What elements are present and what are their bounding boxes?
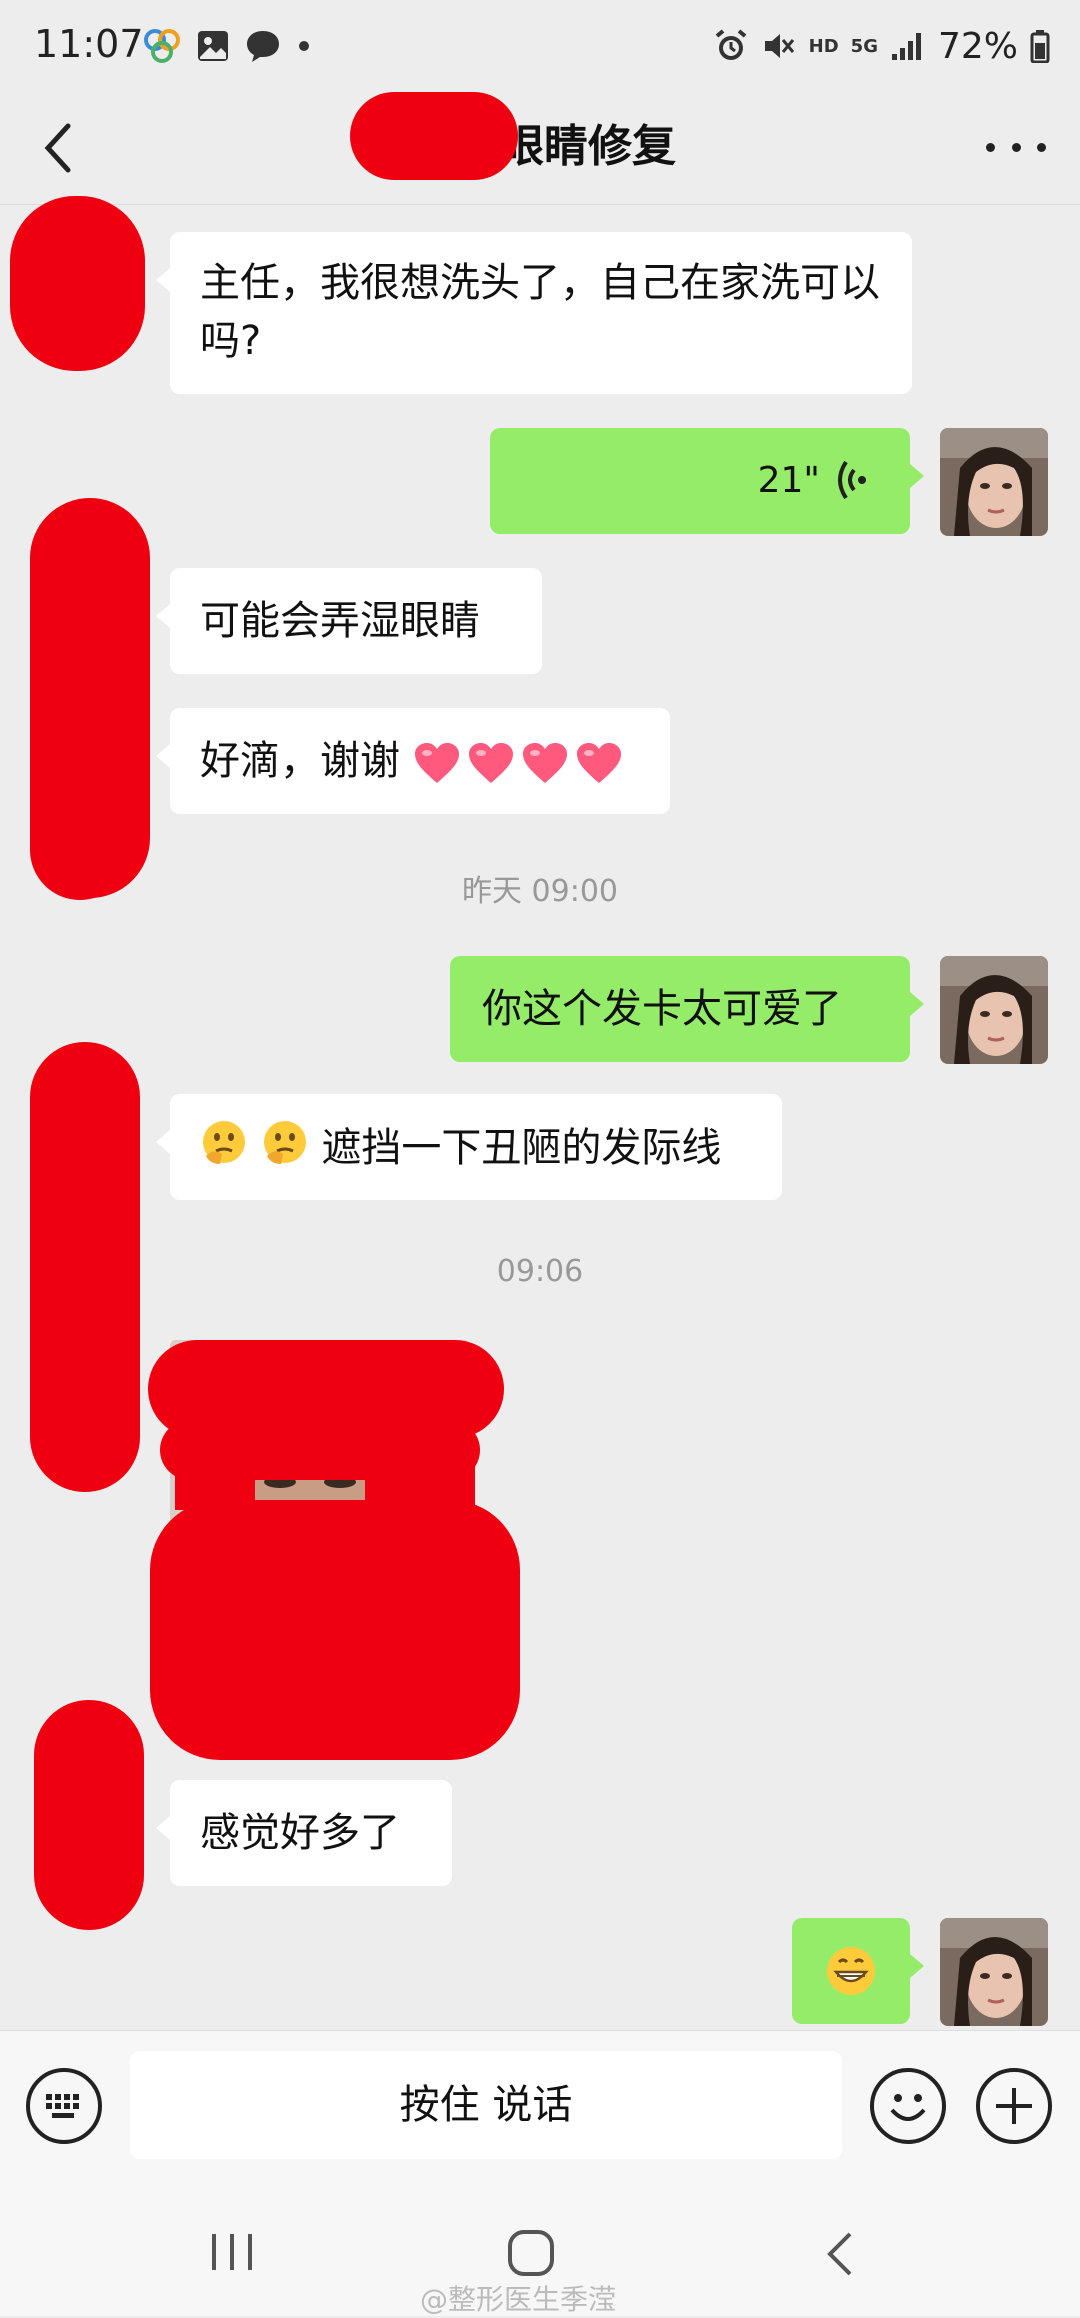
avatar-redaction [10, 196, 145, 371]
status-time: 11:07 [34, 22, 144, 66]
message-bubble-in[interactable]: 感觉好多了 [156, 1780, 452, 1886]
status-right-icons: HD 5G 72% [713, 22, 1050, 70]
my-avatar[interactable] [940, 1918, 1048, 2026]
thinking-emoji-icon [263, 1121, 306, 1164]
chat-header: 眼睛修复 [0, 92, 1080, 205]
avatar-photo-icon [940, 1918, 1048, 2026]
emoji-message-bubble[interactable] [792, 1918, 924, 2024]
message-bubble-in[interactable]: 可能会弄湿眼睛 [156, 568, 542, 674]
status-bar: 11:07 HD 5G 72% [0, 0, 1080, 92]
message-text: 好滴，谢谢 [200, 738, 400, 784]
battery-icon [1030, 30, 1050, 63]
my-avatar[interactable] [940, 428, 1048, 536]
smiley-glyph-icon [890, 2094, 926, 2121]
more-dots-icon[interactable] [986, 122, 1046, 172]
voice-duration: 21" [757, 460, 820, 501]
message-timestamp: 昨天 09:00 [462, 874, 618, 909]
keyboard-icon[interactable] [26, 2068, 102, 2144]
recents-icon[interactable] [208, 2230, 256, 2274]
heart-emoji-icon [414, 743, 459, 783]
title-redaction [350, 92, 518, 180]
gallery-icon [198, 31, 228, 61]
message-text: 遮挡一下丑陋的发际线 [321, 1125, 722, 1171]
status-left-icons [142, 26, 312, 66]
message-text: 感觉好多了 [200, 1810, 400, 1856]
hearts-emoji-group [413, 741, 623, 785]
message-text: 你这个发卡太可爱了 [482, 986, 842, 1032]
heart-emoji-icon [468, 743, 513, 783]
smiley-icon[interactable] [870, 2068, 946, 2144]
image-redaction [365, 1430, 475, 1520]
signal-icon [891, 33, 921, 60]
mute-icon [764, 34, 794, 58]
heart-emoji-icon [522, 743, 567, 783]
thinking-emoji-group [200, 1118, 309, 1182]
grin-emoji-icon [827, 1947, 875, 1995]
message-bubble-out[interactable]: 你这个发卡太可爱了 [450, 956, 924, 1062]
message-bubble-in[interactable]: 好滴，谢谢 [156, 708, 670, 814]
voice-message-bubble[interactable]: 21" [490, 428, 924, 534]
thinking-emoji-icon [203, 1121, 245, 1164]
message-text: 可能会弄湿眼睛 [200, 598, 480, 644]
hd-label: HD [808, 35, 839, 57]
image-redaction [150, 1500, 520, 1760]
message-icon [247, 31, 279, 62]
alarm-icon [715, 29, 746, 60]
keyboard-glyph-icon [46, 2094, 79, 2118]
heart-emoji-icon [576, 743, 621, 783]
battery-percent: 72% [937, 25, 1018, 67]
network-label: 5G [850, 35, 878, 57]
avatar-photo-icon [940, 428, 1048, 536]
dot-icon [299, 41, 309, 51]
message-bubble-in[interactable]: 遮挡一下丑陋的发际线 [156, 1094, 782, 1200]
message-timestamp: 09:06 [496, 1254, 584, 1289]
plus-icon[interactable] [976, 2068, 1052, 2144]
message-text: 主任，我很想洗头了，自己在家洗可以吗? [200, 260, 880, 364]
message-bubble-in[interactable]: 主任，我很想洗头了，自己在家洗可以吗? [156, 232, 912, 394]
my-avatar[interactable] [940, 956, 1048, 1064]
hold-to-talk-button[interactable]: 按住 说话 [130, 2051, 842, 2159]
chevron-left-icon[interactable] [30, 116, 90, 180]
app-cluster-icon [144, 29, 180, 63]
avatar-redaction [34, 1700, 144, 1930]
avatar-photo-icon [940, 956, 1048, 1064]
chat-input-bar: 按住 说话 [0, 2030, 1080, 2193]
voice-wave-icon [838, 460, 866, 500]
back-icon[interactable] [820, 2230, 860, 2278]
watermark-text: @整形医生季滢 [420, 2283, 617, 2316]
plus-glyph-icon [996, 2088, 1032, 2124]
home-icon[interactable] [506, 2228, 556, 2278]
image-redaction [175, 1430, 255, 1510]
